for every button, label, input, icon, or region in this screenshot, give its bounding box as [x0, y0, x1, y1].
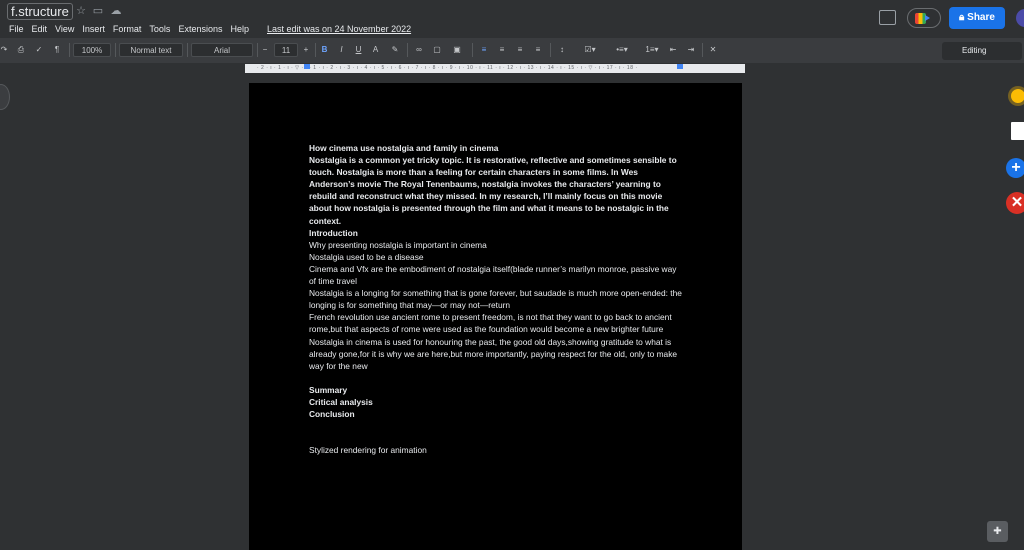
close-addon-icon[interactable]: ✕ — [1006, 192, 1024, 214]
document-body[interactable]: How cinema use nostalgia and family in c… — [309, 142, 684, 456]
style-select[interactable]: Normal text — [119, 43, 183, 57]
highlight-icon[interactable]: ✎ — [388, 43, 402, 57]
paint-format-icon[interactable]: ¶ — [50, 43, 64, 57]
body-line: Nostalgia in cinema is used for honourin… — [309, 336, 678, 371]
print-icon[interactable]: ⎙ — [14, 43, 28, 57]
tasks-doc-icon[interactable] — [1011, 122, 1024, 140]
cloud-icon: ☁ — [110, 5, 122, 17]
increase-indent-icon[interactable]: ⇥ — [684, 43, 698, 57]
body-line: Why presenting nostalgia is important in… — [309, 239, 487, 250]
folder-icon[interactable]: ▭ — [92, 5, 104, 17]
top-bar: f.structure ☆ ▭ ☁ File Edit View Insert … — [0, 0, 1024, 38]
share-button[interactable]: 🔒︎ Share — [949, 7, 1005, 29]
conclusion-heading: Conclusion — [309, 409, 355, 420]
document-title[interactable]: f.structure — [7, 3, 73, 20]
align-left-icon[interactable]: ≡ — [477, 43, 491, 57]
footer-line: Stylized rendering for animation — [309, 445, 427, 456]
menu-extensions[interactable]: Extensions — [178, 23, 222, 37]
editing-label: Editing — [962, 46, 987, 55]
formatting-toolbar: ↷ ⎙ ✓ ¶ 100% Normal text Arial − 11 + B … — [0, 38, 1024, 63]
bold-button[interactable]: B — [318, 43, 331, 57]
line-spacing-icon[interactable]: ↕ — [555, 43, 569, 57]
text-color-button[interactable]: A — [369, 43, 382, 57]
meet-button[interactable] — [907, 8, 941, 28]
menu-bar: File Edit View Insert Format Tools Exten… — [9, 23, 257, 37]
menu-edit[interactable]: Edit — [32, 23, 48, 37]
menu-view[interactable]: View — [55, 23, 74, 37]
numbered-list-icon[interactable]: 1≡▾ — [638, 43, 666, 57]
document-heading: How cinema use nostalgia and family in c… — [309, 143, 499, 153]
clear-formatting-icon[interactable]: ✕ — [706, 43, 720, 57]
ruler-marks: · 2 · ı · 1 · ı · ▽ · ı · 1 · ı · 2 · ı … — [257, 65, 638, 71]
critical-analysis-heading: Critical analysis — [309, 396, 373, 407]
align-justify-icon[interactable]: ≡ — [531, 43, 545, 57]
insert-image-icon[interactable]: ▣ — [448, 43, 466, 57]
link-icon[interactable]: ∞ — [412, 43, 426, 57]
meet-camera-icon — [915, 13, 930, 24]
zoom-select[interactable]: 100% — [73, 43, 111, 57]
font-size-decrease-button[interactable]: − — [259, 43, 271, 57]
underline-button[interactable]: U — [352, 43, 365, 57]
ruler: · 2 · ı · 1 · ı · ▽ · ı · 1 · ı · 2 · ı … — [245, 64, 745, 73]
menu-format[interactable]: Format — [113, 23, 142, 37]
spellcheck-icon[interactable]: ✓ — [32, 43, 46, 57]
checklist-icon[interactable]: ☑▾ — [576, 43, 604, 57]
lock-icon: 🔒︎ — [959, 12, 968, 23]
align-right-icon[interactable]: ≡ — [513, 43, 527, 57]
comment-history-icon[interactable] — [879, 10, 896, 25]
intro-paragraph: Nostalgia is a common yet tricky topic. … — [309, 155, 677, 226]
explore-icon[interactable]: ✚ — [987, 521, 1008, 542]
summary-heading: Summary — [309, 384, 348, 395]
avatar[interactable] — [1016, 9, 1024, 27]
add-comment-icon[interactable]: ▢ — [430, 43, 444, 57]
left-indent-marker[interactable] — [304, 64, 310, 69]
font-select[interactable]: Arial — [191, 43, 253, 57]
body-line: French revolution use ancient rome to pr… — [309, 312, 672, 335]
menu-file[interactable]: File — [9, 23, 24, 37]
introduction-heading: Introduction — [309, 227, 358, 238]
star-icon[interactable]: ☆ — [75, 5, 87, 17]
decrease-indent-icon[interactable]: ⇤ — [666, 43, 680, 57]
last-edit-link[interactable]: Last edit was on 24 November 2022 — [267, 23, 411, 35]
body-line: Nostalgia is a longing for something tha… — [309, 288, 682, 311]
body-line: Cinema and Vfx are the embodiment of nos… — [309, 263, 677, 287]
keep-sun-icon[interactable] — [1011, 89, 1024, 103]
redo-icon[interactable]: ↷ — [0, 43, 10, 57]
font-size-increase-button[interactable]: + — [300, 43, 312, 57]
add-addon-icon[interactable]: + — [1006, 158, 1024, 178]
editing-mode-button[interactable]: Editing — [942, 42, 1022, 60]
font-size-input[interactable]: 11 — [274, 43, 298, 57]
outline-toggle-button[interactable] — [0, 84, 10, 110]
italic-button[interactable]: I — [335, 43, 348, 57]
right-indent-marker[interactable] — [677, 64, 683, 69]
menu-tools[interactable]: Tools — [149, 23, 170, 37]
menu-help[interactable]: Help — [230, 23, 249, 37]
menu-insert[interactable]: Insert — [82, 23, 105, 37]
body-line: Nostalgia used to be a disease — [309, 251, 424, 262]
bulleted-list-icon[interactable]: •≡▾ — [608, 43, 636, 57]
document-page[interactable]: How cinema use nostalgia and family in c… — [249, 83, 742, 550]
share-label: Share — [967, 12, 995, 23]
align-center-icon[interactable]: ≡ — [495, 43, 509, 57]
